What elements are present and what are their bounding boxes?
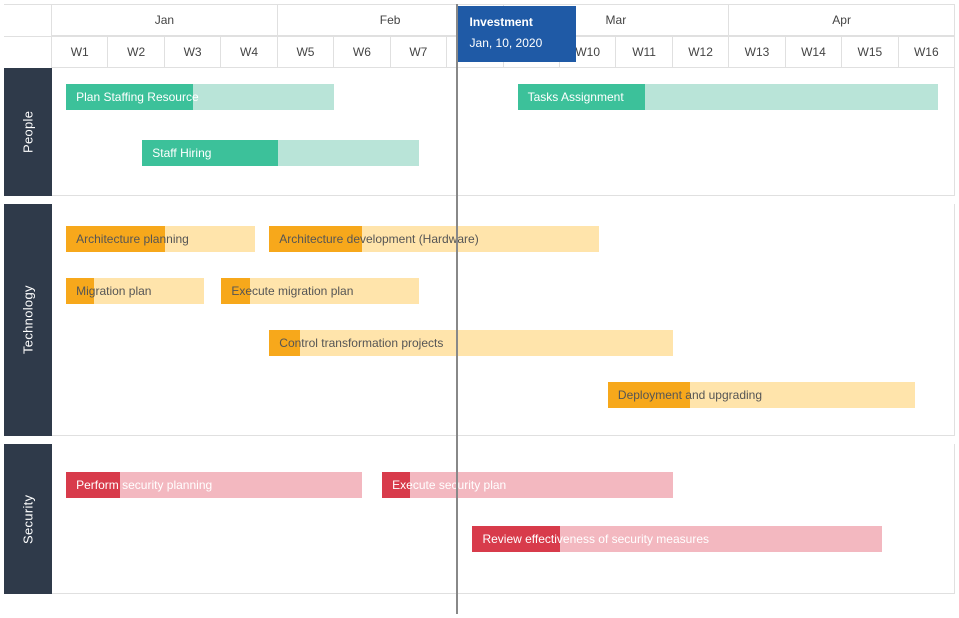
header-spacer (4, 37, 52, 68)
task-label: Staff Hiring (142, 146, 211, 160)
task-bar-deploy_upgrade[interactable]: Deployment and upgrading (608, 382, 916, 408)
task-bar-exec_sec_plan[interactable]: Execute security plan (382, 472, 673, 498)
week-w16: W16 (899, 37, 955, 68)
week-w15: W15 (842, 37, 898, 68)
track-technology: Technology (4, 204, 52, 436)
marker-tooltip: Investment Jan, 10, 2020 (458, 6, 576, 62)
task-bar-review_sec[interactable]: Review effectiveness of security measure… (472, 526, 881, 552)
week-w14: W14 (786, 37, 842, 68)
gantt-body: People Technology Security Plan Staffing… (4, 68, 955, 610)
month-jan: Jan (52, 5, 278, 36)
task-bar-migration_plan[interactable]: Migration plan (66, 278, 204, 304)
track-band (52, 444, 955, 594)
tracks-column: People Technology Security (4, 68, 52, 610)
week-w4: W4 (221, 37, 277, 68)
task-bar-arch_plan[interactable]: Architecture planning (66, 226, 255, 252)
task-label: Architecture planning (66, 232, 189, 246)
task-label: Perform security planning (66, 478, 212, 492)
week-w11: W11 (616, 37, 672, 68)
task-bar-tasks_assign[interactable]: Tasks Assignment (518, 84, 938, 110)
task-bar-staff_hiring[interactable]: Staff Hiring (142, 140, 419, 166)
week-w12: W12 (673, 37, 729, 68)
gantt-chart: Jan Feb Mar Apr W1 W2 W3 W4 W5 W6 W7 W8 … (4, 4, 955, 614)
task-label: Control transformation projects (269, 336, 443, 350)
task-label: Migration plan (66, 284, 151, 298)
marker-date: Jan, 10, 2020 (470, 35, 564, 52)
week-w5: W5 (278, 37, 334, 68)
timeline-marker[interactable] (456, 4, 458, 614)
task-bar-control_transform[interactable]: Control transformation projects (269, 330, 673, 356)
task-bar-exec_migration[interactable]: Execute migration plan (221, 278, 419, 304)
week-w2: W2 (108, 37, 164, 68)
week-w1: W1 (52, 37, 108, 68)
task-bar-plan_staffing[interactable]: Plan Staffing Resource (66, 84, 334, 110)
marker-title: Investment (470, 14, 564, 31)
task-label: Execute security plan (382, 478, 506, 492)
track-people: People (4, 68, 52, 196)
track-security: Security (4, 444, 52, 594)
task-label: Execute migration plan (221, 284, 353, 298)
task-label: Architecture development (Hardware) (269, 232, 478, 246)
task-bar-perf_sec_plan[interactable]: Perform security planning (66, 472, 362, 498)
chart-area: Plan Staffing Resource Tasks Assignment St… (52, 68, 955, 610)
task-label: Review effectiveness of security measure… (472, 532, 709, 546)
task-label: Deployment and upgrading (608, 388, 762, 402)
track-gap (4, 196, 52, 204)
week-w6: W6 (334, 37, 390, 68)
task-label: Tasks Assignment (518, 90, 624, 104)
week-w3: W3 (165, 37, 221, 68)
track-gap (4, 436, 52, 444)
month-apr: Apr (729, 5, 955, 36)
task-bar-arch_dev[interactable]: Architecture development (Hardware) (269, 226, 599, 252)
header-spacer (4, 5, 52, 36)
week-w13: W13 (729, 37, 785, 68)
week-w7: W7 (391, 37, 447, 68)
task-label: Plan Staffing Resource (66, 90, 199, 104)
